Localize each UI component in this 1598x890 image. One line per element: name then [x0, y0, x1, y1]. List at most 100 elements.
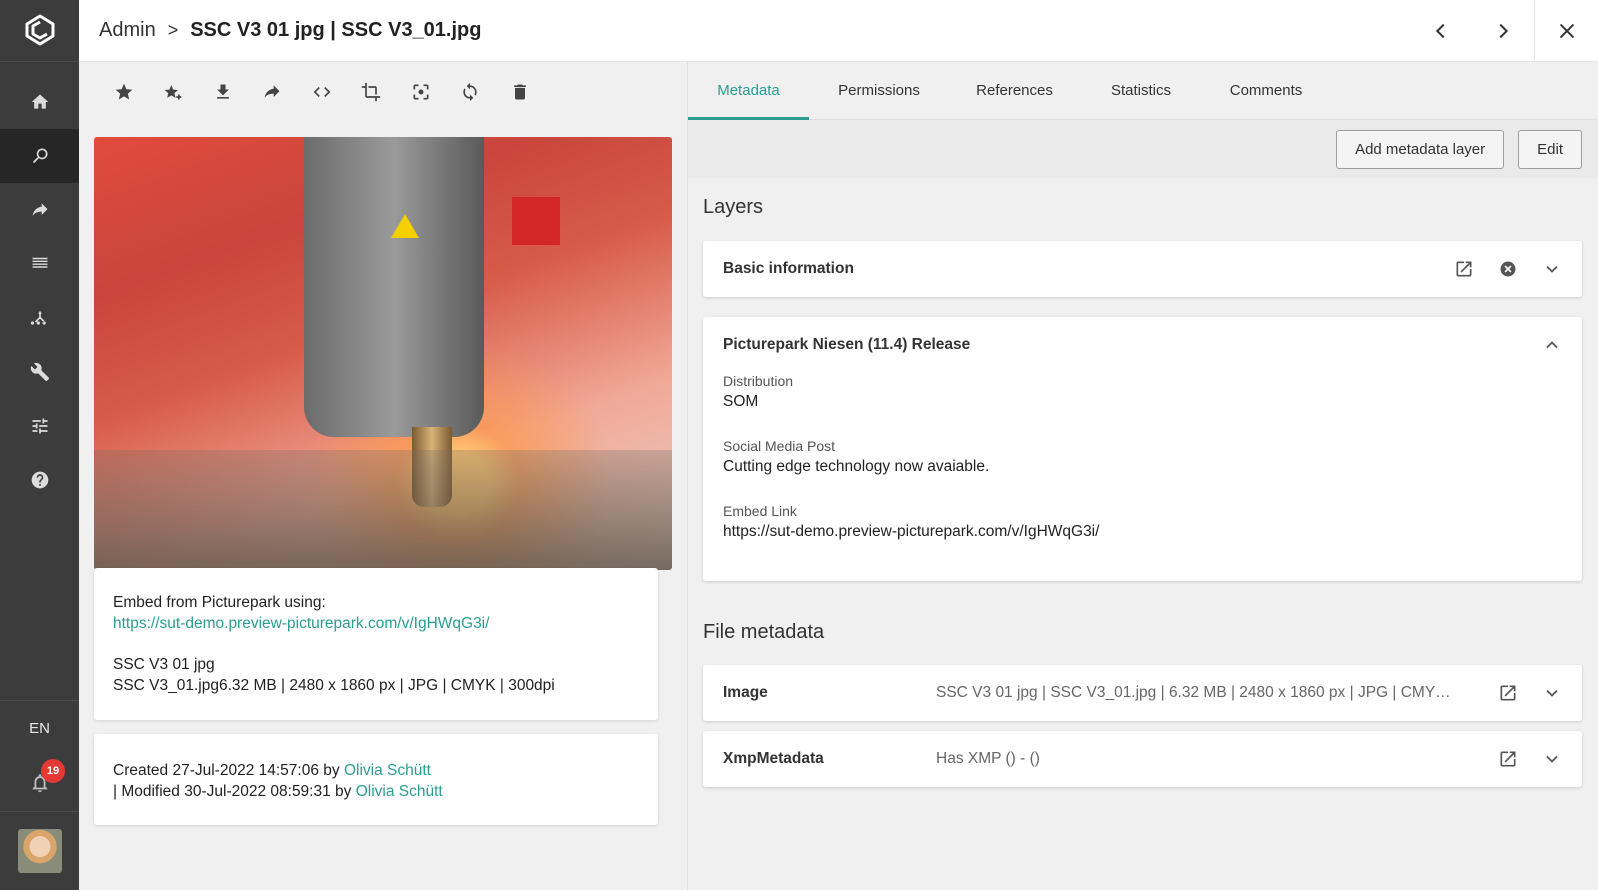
- notification-count-badge: 19: [41, 759, 65, 783]
- metal-sheet-graphic: [94, 450, 672, 570]
- embed-code-button[interactable]: [297, 72, 347, 112]
- favorite-button[interactable]: [99, 72, 149, 112]
- list-icon: [32, 257, 47, 268]
- nav-home[interactable]: [0, 75, 79, 129]
- refresh-icon: [463, 82, 477, 102]
- picturepark-logo[interactable]: [0, 0, 79, 62]
- chevron-down-icon[interactable]: [1542, 683, 1562, 703]
- nav-taxonomy[interactable]: [0, 291, 79, 345]
- search-icon: [32, 148, 48, 164]
- tab-metadata[interactable]: Metadata: [688, 61, 809, 120]
- embed-link-label: Embed Link: [723, 503, 797, 519]
- user-menu[interactable]: [0, 811, 79, 890]
- chevron-right-icon: [1499, 23, 1509, 39]
- chevron-left-icon: [1435, 23, 1445, 39]
- basic-information-title: Basic information: [723, 260, 854, 277]
- language-switcher[interactable]: EN: [0, 700, 79, 755]
- asset-preview-image[interactable]: [94, 137, 672, 570]
- chevron-up-icon[interactable]: [1542, 335, 1562, 355]
- wrench-icon: [30, 362, 49, 382]
- embed-intro-text: Embed from Picturepark using:: [113, 594, 326, 611]
- nav-settings[interactable]: [0, 399, 79, 453]
- close-button[interactable]: [1534, 0, 1598, 62]
- tab-permissions[interactable]: Permissions: [809, 61, 949, 119]
- distribution-field: Distribution SOM: [703, 373, 1582, 411]
- release-layer-title: Picturepark Niesen (11.4) Release: [723, 336, 971, 353]
- xmp-metadata-summary: Has XMP () - (): [936, 750, 1040, 767]
- help-icon: [31, 471, 48, 489]
- star-icon: [115, 83, 133, 100]
- open-external-icon[interactable]: [1498, 749, 1518, 769]
- chevron-down-icon[interactable]: [1542, 749, 1562, 769]
- layers-heading: Layers: [703, 196, 764, 218]
- embed-url-link[interactable]: https://sut-demo.preview-picturepark.com…: [113, 613, 639, 634]
- social-media-post-label: Social Media Post: [723, 438, 836, 454]
- nav-share[interactable]: [0, 183, 79, 237]
- asset-detail-pane: Metadata Permissions References Statisti…: [687, 62, 1598, 890]
- notifications-button[interactable]: 19: [0, 755, 79, 811]
- social-media-post-field: Social Media Post Cutting edge technolog…: [703, 438, 1582, 476]
- release-layer-header[interactable]: Picturepark Niesen (11.4) Release: [703, 317, 1582, 373]
- metadata-actions: Add metadata layer Edit: [688, 120, 1598, 178]
- share-icon: [264, 85, 280, 98]
- tab-statistics[interactable]: Statistics: [1080, 61, 1202, 119]
- avatar: [17, 829, 62, 873]
- tab-comments[interactable]: Comments: [1202, 61, 1330, 119]
- created-by-link[interactable]: Olivia Schütt: [344, 762, 431, 779]
- code-icon: [313, 87, 331, 97]
- modified-info: | Modified 30-Jul-2022 08:59:31 by Olivi…: [113, 781, 639, 802]
- image-metadata-summary: SSC V3 01 jpg | SSC V3_01.jpg | 6.32 MB …: [936, 684, 1456, 701]
- image-metadata-header[interactable]: Image SSC V3 01 jpg | SSC V3_01.jpg | 6.…: [703, 665, 1582, 721]
- breadcrumb: Admin > SSC V3 01 jpg | SSC V3_01.jpg: [79, 19, 481, 42]
- crop-button[interactable]: [347, 72, 397, 112]
- breadcrumb-admin[interactable]: Admin: [99, 19, 156, 42]
- warning-sign-graphic: [391, 214, 419, 238]
- remove-layer-icon[interactable]: [1498, 259, 1518, 279]
- download-icon: [216, 84, 229, 99]
- previous-item-button[interactable]: [1410, 0, 1472, 62]
- refresh-button[interactable]: [446, 72, 496, 112]
- add-metadata-layer-button[interactable]: Add metadata layer: [1336, 129, 1505, 169]
- hierarchy-icon: [30, 310, 46, 325]
- delete-button[interactable]: [495, 72, 545, 112]
- embed-info-card: Embed from Picturepark using: https://su…: [94, 568, 658, 720]
- social-media-post-value: Cutting edge technology now avaiable.: [723, 458, 990, 475]
- sliders-icon: [32, 418, 47, 434]
- delete-icon: [513, 84, 526, 100]
- tab-references[interactable]: References: [949, 61, 1080, 119]
- edit-button[interactable]: Edit: [1518, 129, 1582, 169]
- created-info: Created 27-Jul-2022 14:57:06 by Olivia S…: [113, 760, 639, 781]
- modified-by-link[interactable]: Olivia Schütt: [356, 783, 443, 800]
- basic-information-header[interactable]: Basic information: [703, 241, 1582, 297]
- share-button[interactable]: [248, 72, 298, 112]
- audit-info-card: Created 27-Jul-2022 14:57:06 by Olivia S…: [94, 734, 658, 825]
- next-item-button[interactable]: [1472, 0, 1534, 62]
- embed-link-field: Embed Link https://sut-demo.preview-pict…: [703, 503, 1582, 541]
- created-text: Created 27-Jul-2022 14:57:06 by: [113, 762, 344, 779]
- xmp-metadata-header[interactable]: XmpMetadata Has XMP () - (): [703, 731, 1582, 787]
- asset-name: SSC V3 01 jpg: [113, 656, 215, 673]
- page-title: SSC V3 01 jpg | SSC V3_01.jpg: [190, 19, 482, 41]
- asset-details: SSC V3_01.jpg6.32 MB | 2480 x 1860 px | …: [113, 677, 555, 694]
- nav-tools[interactable]: [0, 345, 79, 399]
- focus-icon: [413, 84, 429, 100]
- open-external-icon[interactable]: [1454, 259, 1474, 279]
- release-layer-panel: Picturepark Niesen (11.4) Release Distri…: [703, 317, 1582, 581]
- add-to-favorites-button[interactable]: [149, 72, 199, 112]
- laser-machine-graphic: [304, 137, 484, 437]
- nav-lists[interactable]: [0, 237, 79, 291]
- chevron-down-icon[interactable]: [1542, 259, 1562, 279]
- download-button[interactable]: [198, 72, 248, 112]
- distribution-value: SOM: [723, 393, 759, 410]
- nav-search[interactable]: [0, 129, 79, 183]
- close-icon: [1559, 23, 1574, 39]
- machine-label-graphic: [512, 197, 560, 245]
- focus-point-button[interactable]: [396, 72, 446, 112]
- asset-preview-pane: Embed from Picturepark using: https://su…: [79, 62, 687, 890]
- open-external-icon[interactable]: [1498, 683, 1518, 703]
- nav-help[interactable]: [0, 453, 79, 507]
- embed-link-value: https://sut-demo.preview-picturepark.com…: [723, 523, 1100, 540]
- image-metadata-panel: Image SSC V3 01 jpg | SSC V3_01.jpg | 6.…: [703, 665, 1582, 721]
- logo-icon: [25, 14, 54, 45]
- distribution-label: Distribution: [723, 373, 794, 389]
